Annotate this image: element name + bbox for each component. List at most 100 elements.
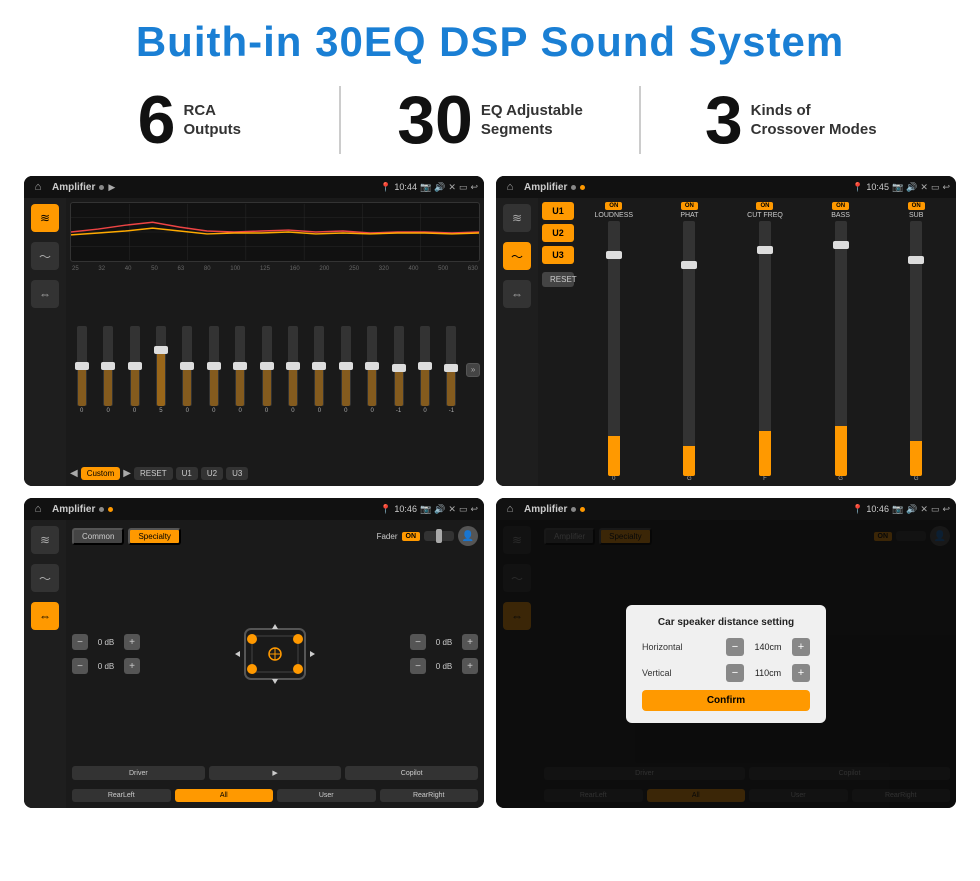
bass-on-badge[interactable]: ON	[832, 202, 849, 210]
fader-on-badge[interactable]: ON	[402, 532, 421, 541]
eq-track-10[interactable]	[341, 326, 351, 406]
all-btn[interactable]: All	[175, 789, 274, 802]
freq-500: 500	[438, 266, 448, 272]
xover-left-panel: ≋ 〜 ⇔	[496, 198, 538, 486]
cutfreq-on-badge[interactable]: ON	[756, 202, 773, 210]
arrows-panel-icon[interactable]: ⇔	[31, 280, 59, 308]
eq-screen-card: ⌂ Amplifier ▶ 📍 10:44 📷 🔊 ✕ ▭ ↩ ≋ 〜 ⇔	[24, 176, 484, 486]
eq-track-13[interactable]	[420, 326, 430, 406]
phat-on-badge[interactable]: ON	[681, 202, 698, 210]
xover-eq-icon[interactable]: ≋	[503, 204, 531, 232]
volume-icon-3: 🔊	[434, 504, 445, 515]
sub-on-badge[interactable]: ON	[908, 202, 925, 210]
eq-track-12[interactable]	[394, 326, 404, 406]
back-icon-1[interactable]: ↩	[470, 182, 478, 193]
db-plus-tr[interactable]: +	[462, 634, 478, 650]
db-minus-tl[interactable]: −	[72, 634, 88, 650]
confirm-button[interactable]: Confirm	[642, 690, 810, 711]
back-icon-3[interactable]: ↩	[470, 504, 478, 515]
rearleft-btn[interactable]: RearLeft	[72, 789, 171, 802]
fader-eq-icon[interactable]: ≋	[31, 526, 59, 554]
x-icon-1: ✕	[448, 182, 456, 193]
xover-arrows-icon[interactable]: ⇔	[503, 280, 531, 308]
wave-panel-icon[interactable]: 〜	[31, 242, 59, 270]
fader-wave-icon[interactable]: 〜	[31, 564, 59, 592]
eq-bottom-bar: ◀ Custom ▶ RESET U1 U2 U3	[70, 464, 480, 482]
eq-custom-btn[interactable]: Custom	[81, 467, 121, 480]
eq-track-8[interactable]	[288, 326, 298, 406]
sub-slider[interactable]	[910, 221, 922, 476]
specialty-tab[interactable]: Specialty	[128, 528, 180, 545]
bass-slider[interactable]	[835, 221, 847, 476]
eq-track-4[interactable]	[182, 326, 192, 406]
db-plus-bl[interactable]: +	[124, 658, 140, 674]
home-icon-2[interactable]: ⌂	[502, 179, 518, 195]
vertical-label: Vertical	[642, 668, 702, 678]
eq-reset-btn[interactable]: RESET	[134, 467, 173, 480]
xover-u-buttons: U1 U2 U3 RESET	[542, 202, 574, 482]
db-minus-br[interactable]: −	[410, 658, 426, 674]
eq-track-5[interactable]	[209, 326, 219, 406]
window-icon-3: ▭	[459, 504, 468, 515]
eq-status-icons: 📍 10:44 📷 🔊 ✕ ▭ ↩	[380, 182, 478, 193]
eq-prev-arrow[interactable]: ◀	[70, 468, 78, 479]
loudness-slider[interactable]	[608, 221, 620, 476]
vertical-minus-btn[interactable]: −	[726, 664, 744, 682]
db-minus-tr[interactable]: −	[410, 634, 426, 650]
back-icon-2[interactable]: ↩	[942, 182, 950, 193]
horizontal-plus-btn[interactable]: +	[792, 638, 810, 656]
rearright-btn[interactable]: RearRight	[380, 789, 479, 802]
xover-wave-icon[interactable]: 〜	[503, 242, 531, 270]
xover-u1-btn[interactable]: U1	[542, 202, 574, 220]
page-title: Buith-in 30EQ DSP Sound System	[0, 0, 980, 76]
eq-u2-btn[interactable]: U2	[201, 467, 223, 480]
eq-slider-13: 0	[413, 326, 436, 414]
eq-track-3[interactable]	[156, 326, 166, 406]
stat-number-rca: 6	[138, 86, 176, 154]
fwd-btn[interactable]: ▶	[209, 766, 342, 780]
freq-40: 40	[125, 266, 132, 272]
phat-slider[interactable]	[683, 221, 695, 476]
home-icon[interactable]: ⌂	[30, 179, 46, 195]
eq-freq-labels: 25 32 40 50 63 80 100 125 160 200 250 32…	[70, 266, 480, 272]
stat-text-rca: RCAOutputs	[184, 101, 242, 140]
eq-slider-8: 0	[281, 326, 304, 414]
copilot-btn[interactable]: Copilot	[345, 766, 478, 780]
common-tab[interactable]: Common	[72, 528, 124, 545]
eq-next-arrow[interactable]: ▶	[123, 468, 131, 479]
eq-track-6[interactable]	[235, 326, 245, 406]
home-icon-4[interactable]: ⌂	[502, 501, 518, 517]
db-val-tr: 0 dB	[430, 638, 458, 647]
eq-u3-btn[interactable]: U3	[226, 467, 248, 480]
eq-track-9[interactable]	[314, 326, 324, 406]
freq-63: 63	[178, 266, 185, 272]
eq-track-7[interactable]	[262, 326, 272, 406]
cutfreq-slider[interactable]	[759, 221, 771, 476]
eq-track-11[interactable]	[367, 326, 377, 406]
home-icon-3[interactable]: ⌂	[30, 501, 46, 517]
db-minus-bl[interactable]: −	[72, 658, 88, 674]
xover-reset-btn[interactable]: RESET	[542, 272, 574, 287]
eq-expand-btn[interactable]: »	[466, 363, 480, 377]
loudness-on-badge[interactable]: ON	[605, 202, 622, 210]
xover-screen-title: Amplifier	[524, 182, 567, 193]
eq-u1-btn[interactable]: U1	[176, 467, 198, 480]
horizontal-minus-btn[interactable]: −	[726, 638, 744, 656]
eq-track-2[interactable]	[130, 326, 140, 406]
eq-panel-icon[interactable]: ≋	[31, 204, 59, 232]
fader-status-icons: 📍 10:46 📷 🔊 ✕ ▭ ↩	[380, 504, 478, 515]
fader-arrows-icon[interactable]: ⇔	[31, 602, 59, 630]
eq-track-1[interactable]	[103, 326, 113, 406]
loudness-val: 0	[612, 476, 615, 482]
driver-btn[interactable]: Driver	[72, 766, 205, 780]
back-icon-4[interactable]: ↩	[942, 504, 950, 515]
user-btn[interactable]: User	[277, 789, 376, 802]
eq-track-14[interactable]	[446, 326, 456, 406]
eq-track-0[interactable]	[77, 326, 87, 406]
xover-u2-btn[interactable]: U2	[542, 224, 574, 242]
xover-u3-btn[interactable]: U3	[542, 246, 574, 264]
db-plus-tl[interactable]: +	[124, 634, 140, 650]
eq-val-11: 0	[371, 408, 374, 414]
vertical-plus-btn[interactable]: +	[792, 664, 810, 682]
db-plus-br[interactable]: +	[462, 658, 478, 674]
